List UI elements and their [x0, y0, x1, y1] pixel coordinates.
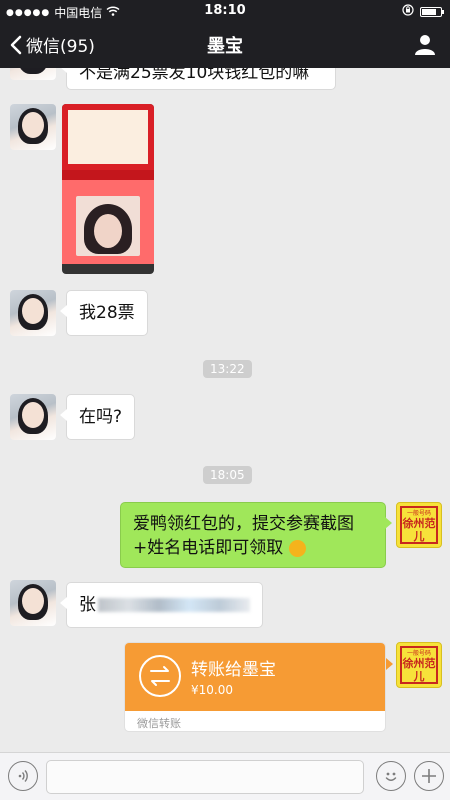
- nav-bar: 微信(95) 墨宝: [0, 22, 450, 68]
- voice-button[interactable]: [8, 761, 38, 791]
- chat-area[interactable]: 不是满25票发10块钱红包的嘛 我28票 13:22 在吗? 18:05 爱鸭领…: [0, 68, 450, 752]
- message-bubble[interactable]: 我28票: [60, 290, 148, 336]
- message-text: 爱鸭领红包的，提交参赛截图+姓名电话即可领取: [133, 514, 354, 558]
- message-input[interactable]: [46, 760, 364, 794]
- input-bar: [0, 752, 450, 800]
- timestamp: 13:22: [203, 360, 252, 378]
- contact-avatar[interactable]: [10, 68, 56, 80]
- avatar-text: 徐州范儿: [402, 657, 436, 683]
- transfer-footer: 微信转账: [137, 717, 181, 730]
- plus-icon: [422, 769, 436, 783]
- chat-title: 墨宝: [207, 36, 243, 57]
- battery-icon: [420, 6, 444, 17]
- message-text: 我28票: [79, 303, 135, 323]
- emoji-icon: [288, 539, 306, 557]
- message-bubble[interactable]: 在吗?: [59, 394, 136, 440]
- self-avatar[interactable]: 一般号码 徐州范儿: [396, 502, 442, 548]
- battery-fill: [422, 8, 436, 15]
- transfer-tail: [386, 658, 393, 670]
- voice-icon: [18, 770, 28, 782]
- contact-avatar[interactable]: [10, 394, 56, 440]
- more-button[interactable]: [414, 761, 444, 791]
- status-bar: ●●●●● 中国电信 18:10: [0, 0, 450, 22]
- profile-button[interactable]: [414, 33, 436, 59]
- transfer-title: 转账给墨宝: [191, 660, 276, 680]
- message-bubble[interactable]: 张: [60, 582, 263, 628]
- contact-avatar[interactable]: [10, 290, 56, 336]
- contact-avatar[interactable]: [10, 104, 56, 150]
- avatar-sub-text: 一般号码: [406, 650, 431, 657]
- status-right: [402, 4, 444, 19]
- contact-avatar[interactable]: [10, 580, 56, 626]
- shared-image[interactable]: [62, 104, 154, 274]
- person-icon: [415, 35, 435, 55]
- transfer-amount: ¥10.00: [191, 683, 233, 697]
- message-text: 在吗?: [79, 407, 123, 427]
- transfer-card[interactable]: 转账给墨宝 ¥10.00 微信转账: [124, 642, 386, 732]
- self-avatar[interactable]: 一般号码 徐州范儿: [396, 642, 442, 688]
- message-text: 不是满25票发10块钱红包的嘛: [79, 68, 310, 83]
- smiley-icon: [385, 772, 397, 781]
- message-text: 张: [79, 595, 96, 615]
- blurred-text: [98, 598, 250, 612]
- status-time: 18:10: [204, 3, 246, 18]
- avatar-sub-text: 一般号码: [406, 510, 431, 517]
- orientation-lock-icon: [402, 4, 414, 19]
- message-bubble-self[interactable]: 爱鸭领红包的，提交参赛截图+姓名电话即可领取: [120, 502, 392, 568]
- message-bubble[interactable]: 不是满25票发10块钱红包的嘛: [60, 68, 336, 90]
- emoji-button[interactable]: [376, 761, 406, 791]
- transfer-icon: [139, 655, 181, 697]
- timestamp: 18:05: [203, 466, 252, 484]
- avatar-text: 徐州范儿: [402, 517, 436, 543]
